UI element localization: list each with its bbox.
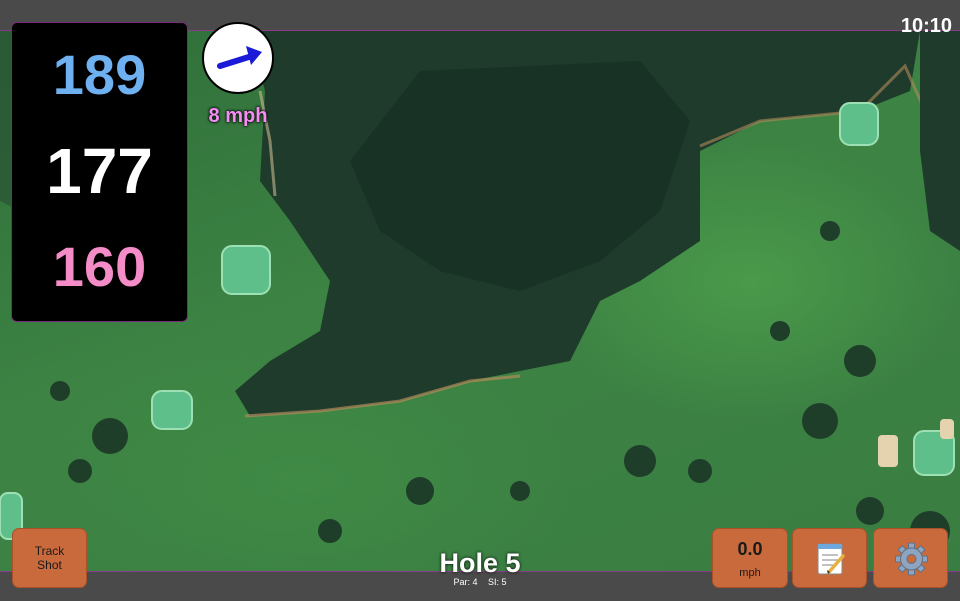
distance-panel: 189 177 160	[11, 22, 188, 322]
hole-title: Hole 5	[439, 548, 521, 578]
bunker-2	[940, 419, 954, 439]
bunker-1	[878, 435, 898, 467]
front-distance: 160	[52, 235, 147, 298]
wind-direction-indicator	[202, 22, 274, 94]
green-3	[151, 390, 193, 430]
track-shot-label-line1: Track	[34, 544, 65, 558]
wind-speed-button[interactable]: 0.0 mph	[712, 528, 788, 588]
middle-distance: 177	[46, 135, 153, 207]
hole-par: Par: 4	[453, 577, 478, 587]
hole-stroke-index: SI: 5	[488, 577, 507, 587]
clock: 10:10	[900, 15, 952, 37]
gear-icon	[895, 542, 928, 576]
green-2	[839, 102, 879, 146]
notepad-icon	[817, 543, 845, 575]
settings-button[interactable]	[873, 528, 948, 588]
notes-button[interactable]	[792, 528, 867, 588]
hole-info: Par: 4 SI: 5	[380, 577, 580, 587]
wind-speed-unit: mph	[739, 567, 761, 579]
tree-cluster-east	[920, 31, 960, 251]
wind-speed-label: 8 mph	[208, 105, 268, 127]
green-1	[221, 245, 271, 295]
track-shot-button[interactable]: Track Shot	[12, 528, 87, 588]
track-shot-label-line2: Shot	[37, 558, 62, 572]
wind-arrow-icon	[217, 46, 262, 69]
wind-speed-value: 0.0	[737, 539, 763, 559]
back-distance: 189	[52, 43, 147, 106]
